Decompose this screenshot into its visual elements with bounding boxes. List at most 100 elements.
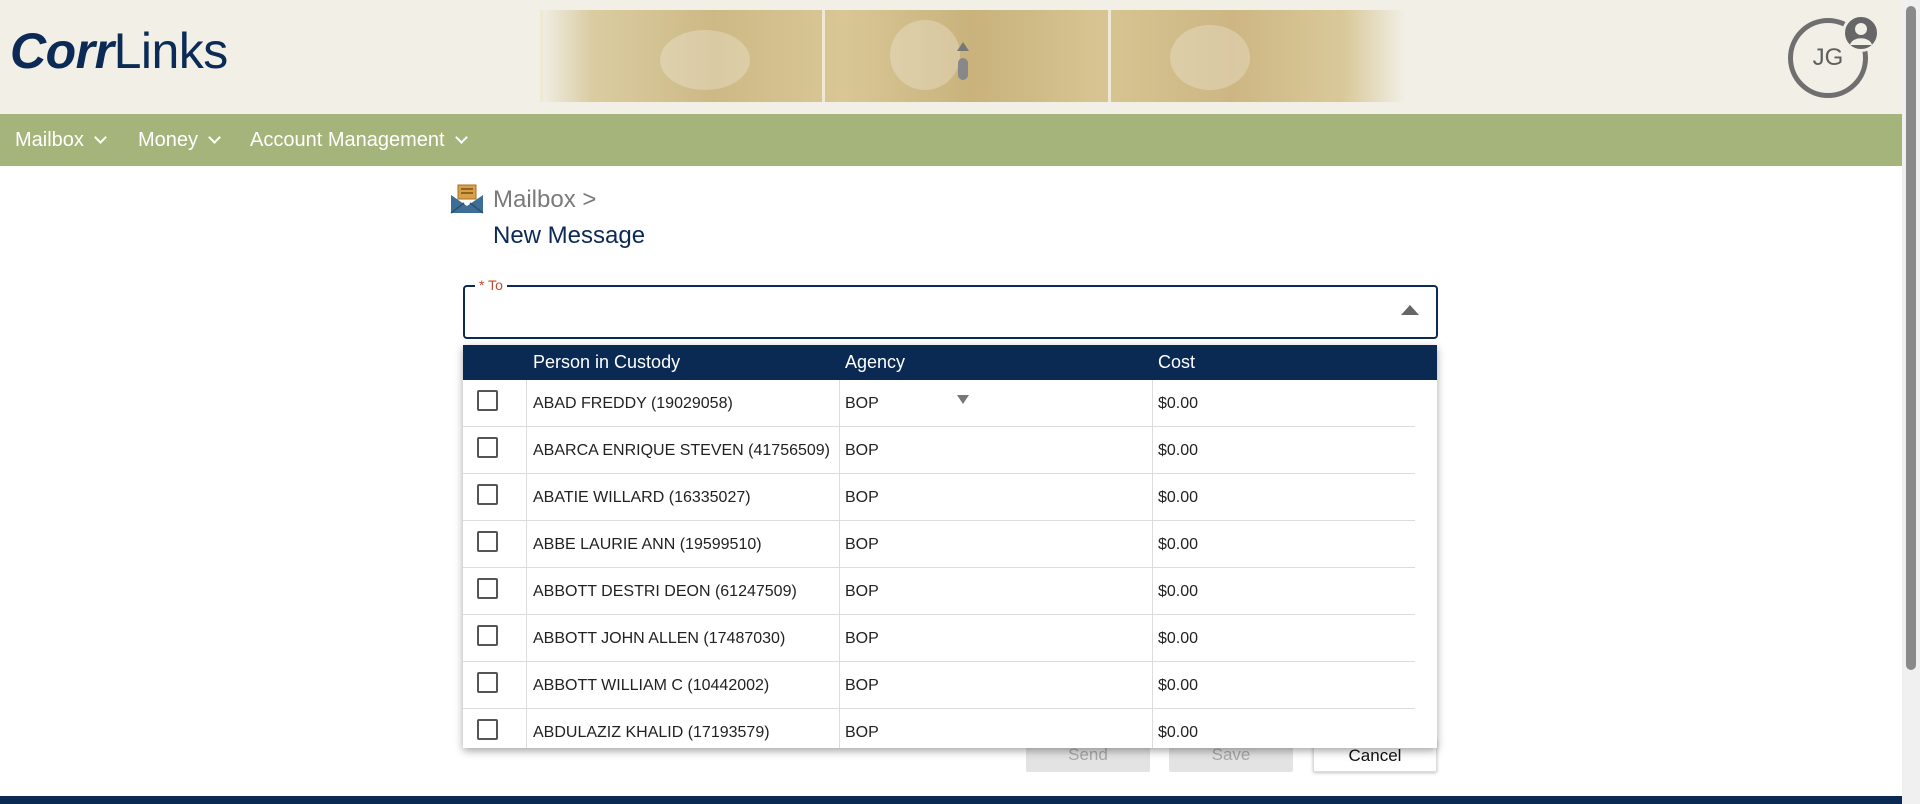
chevron-down-icon — [454, 130, 468, 144]
recipient-row[interactable]: ABATIE WILLARD (16335027) BOP $0.00 — [463, 474, 1415, 521]
recipient-name: ABBOTT JOHN ALLEN (17487030) — [533, 630, 786, 647]
recipient-cost: $0.00 — [1158, 724, 1199, 741]
open-envelope-icon — [450, 184, 484, 214]
corrlinks-logo[interactable]: CorrLinks — [10, 22, 228, 80]
nav-money[interactable]: Money — [138, 114, 221, 166]
recipient-cost: $0.00 — [1158, 583, 1199, 600]
caret-up-icon[interactable] — [1401, 305, 1419, 315]
recipient-cost: $0.00 — [1158, 442, 1199, 459]
site-header: CorrLinks JG — [0, 0, 1902, 114]
main-nav: Mailbox Money Account Management — [0, 114, 1902, 166]
column-divider — [1152, 474, 1153, 521]
recipient-checkbox[interactable] — [477, 625, 498, 646]
recipient-name: ABATIE WILLARD (16335027) — [533, 489, 751, 506]
recipient-table-body: ABAD FREDDY (19029058) BOP $0.00 ABARCA … — [463, 380, 1415, 748]
column-header-cost: Cost — [1158, 352, 1196, 372]
dropdown-scroll-thumb[interactable] — [958, 58, 968, 80]
recipient-agency: BOP — [845, 442, 879, 459]
nav-account-management-label: Account Management — [250, 129, 445, 151]
column-header-agency: Agency — [845, 352, 906, 372]
nav-money-label: Money — [138, 129, 199, 151]
page-scroll-thumb[interactable] — [1906, 6, 1916, 670]
chevron-down-icon — [94, 130, 107, 144]
recipient-name: ABBOTT DESTRI DEON (61247509) — [533, 583, 797, 600]
to-field-label: * To — [475, 277, 507, 293]
column-divider — [839, 615, 840, 662]
column-divider — [526, 427, 527, 474]
column-divider — [839, 662, 840, 709]
recipient-cost: $0.00 — [1158, 677, 1199, 694]
column-divider — [839, 474, 840, 521]
column-divider — [839, 521, 840, 568]
recipient-row[interactable]: ABARCA ENRIQUE STEVEN (41756509) BOP $0.… — [463, 427, 1415, 474]
recipient-dropdown: Person in Custody Agency Cost ABAD FREDD… — [463, 345, 1437, 748]
column-divider — [526, 521, 527, 568]
column-divider — [1152, 521, 1153, 568]
recipient-checkbox[interactable] — [477, 531, 498, 552]
recipient-agency: BOP — [845, 583, 879, 600]
to-recipient-select[interactable] — [463, 285, 1438, 339]
recipient-cost: $0.00 — [1158, 630, 1199, 647]
recipient-name: ABDULAZIZ KHALID (17193579) — [533, 724, 770, 741]
recipient-checkbox[interactable] — [477, 484, 498, 505]
recipient-agency: BOP — [845, 677, 879, 694]
site-footer — [0, 796, 1902, 804]
recipient-checkbox[interactable] — [477, 390, 498, 411]
column-divider — [1152, 568, 1153, 615]
recipient-checkbox[interactable] — [477, 437, 498, 458]
header-banner-image — [540, 10, 1405, 102]
required-marker: * — [479, 277, 485, 293]
scroll-down-arrow-icon[interactable] — [957, 395, 969, 404]
recipient-row[interactable]: ABBOTT JOHN ALLEN (17487030) BOP $0.00 — [463, 615, 1415, 662]
recipient-row[interactable]: ABDULAZIZ KHALID (17193579) BOP $0.00 — [463, 709, 1415, 748]
nav-mailbox[interactable]: Mailbox — [15, 114, 107, 166]
column-divider — [526, 380, 527, 427]
chevron-down-icon — [208, 130, 221, 144]
recipient-name: ABARCA ENRIQUE STEVEN (41756509) — [533, 442, 831, 459]
column-divider — [1152, 709, 1153, 748]
column-divider — [839, 380, 840, 427]
recipient-agency: BOP — [845, 395, 879, 412]
column-divider — [839, 709, 840, 748]
recipient-row[interactable]: ABBOTT WILLIAM C (10442002) BOP $0.00 — [463, 662, 1415, 709]
recipient-checkbox[interactable] — [477, 719, 498, 740]
column-divider — [526, 474, 527, 521]
recipient-checkbox[interactable] — [477, 672, 498, 693]
recipient-cost: $0.00 — [1158, 395, 1199, 412]
recipient-agency: BOP — [845, 489, 879, 506]
recipient-cost: $0.00 — [1158, 489, 1199, 506]
column-divider — [526, 709, 527, 748]
breadcrumb-mailbox-link[interactable]: Mailbox > — [493, 186, 596, 214]
scroll-up-arrow-icon[interactable] — [957, 42, 969, 51]
recipient-agency: BOP — [845, 724, 879, 741]
recipient-row[interactable]: ABBE LAURIE ANN (19599510) BOP $0.00 — [463, 521, 1415, 568]
logo-bold-text: Corr — [10, 23, 114, 79]
column-divider — [1152, 427, 1153, 474]
recipient-table-header: Person in Custody Agency Cost — [463, 345, 1437, 380]
recipient-name: ABAD FREDDY (19029058) — [533, 395, 733, 412]
column-divider — [1152, 615, 1153, 662]
banner-shape — [660, 30, 750, 90]
column-divider — [1152, 380, 1153, 427]
page-title: New Message — [493, 222, 646, 249]
logo-regular-text: Links — [113, 23, 229, 79]
column-divider — [1152, 662, 1153, 709]
recipient-row[interactable]: ABBOTT DESTRI DEON (61247509) BOP $0.00 — [463, 568, 1415, 615]
column-divider — [526, 662, 527, 709]
dropdown-scrollbar[interactable] — [1415, 380, 1437, 748]
recipient-checkbox[interactable] — [477, 578, 498, 599]
recipient-agency: BOP — [845, 536, 879, 553]
banner-pane — [1108, 10, 1111, 102]
column-divider — [839, 568, 840, 615]
recipient-name: ABBE LAURIE ANN (19599510) — [533, 536, 762, 553]
recipient-row[interactable]: ABAD FREDDY (19029058) BOP $0.00 — [463, 380, 1415, 427]
nav-account-management[interactable]: Account Management — [250, 114, 468, 166]
column-header-person: Person in Custody — [533, 352, 681, 372]
to-label-text: To — [488, 277, 503, 293]
recipient-cost: $0.00 — [1158, 536, 1199, 553]
recipient-agency: BOP — [845, 630, 879, 647]
banner-pane — [822, 10, 825, 102]
column-divider — [526, 568, 527, 615]
user-avatar-icon — [1842, 14, 1880, 52]
nav-mailbox-label: Mailbox — [15, 129, 84, 151]
